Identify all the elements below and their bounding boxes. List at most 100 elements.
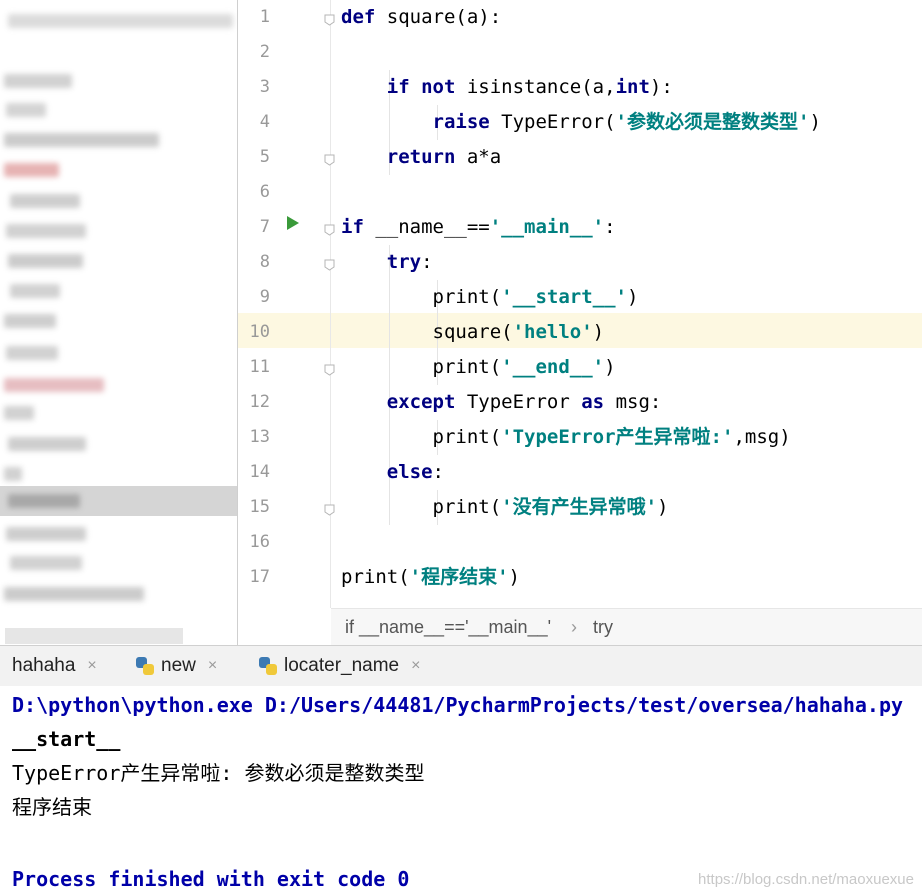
console-command: D:\python\python.exe D:/Users/44481/Pych… xyxy=(12,693,904,717)
sidebar-item[interactable] xyxy=(6,103,46,117)
line-number: 16 xyxy=(249,532,270,552)
code-line[interactable]: return a*a xyxy=(341,140,501,175)
code-line[interactable]: print('__start__') xyxy=(341,280,639,315)
sidebar-item[interactable] xyxy=(4,163,59,177)
code-line[interactable]: print('__end__') xyxy=(341,350,616,385)
sidebar-scrollbar[interactable] xyxy=(5,628,183,644)
breadcrumb-item-if-main[interactable]: if __name__=='__main__' xyxy=(345,617,551,638)
code-token: square(a): xyxy=(386,6,502,28)
sidebar-item[interactable] xyxy=(4,406,34,420)
code-token: '参数必须是整数类型' xyxy=(615,111,810,133)
sidebar-item[interactable] xyxy=(4,587,144,601)
line-number: 14 xyxy=(249,462,270,482)
code-line[interactable]: try: xyxy=(341,245,433,280)
sidebar-item[interactable] xyxy=(4,378,104,392)
code-token: msg: xyxy=(615,391,662,413)
sidebar-item[interactable] xyxy=(6,224,86,238)
tab-label: hahaha xyxy=(12,655,76,676)
code-token: print( xyxy=(341,426,502,448)
code-token: if not xyxy=(341,76,467,98)
code-line[interactable]: except TypeError as msg: xyxy=(341,385,662,420)
code-token: 'hello' xyxy=(512,321,593,343)
tab-hahaha[interactable]: hahaha × xyxy=(12,646,97,686)
code-token: TypeError( xyxy=(501,111,616,133)
line-number: 7 xyxy=(259,217,270,237)
line-number: 5 xyxy=(259,147,270,167)
code-line[interactable]: if not isinstance(a,int): xyxy=(341,70,673,105)
code-token: as xyxy=(581,391,616,413)
code-token: raise xyxy=(341,111,502,133)
code-token: '没有产生异常哦' xyxy=(501,496,658,518)
code-line[interactable]: def square(a): xyxy=(341,0,501,35)
line-number: 10 xyxy=(249,322,270,342)
code-token: ) xyxy=(627,286,639,308)
line-number: 1 xyxy=(259,7,270,27)
breadcrumb: if __name__=='__main__' › try xyxy=(331,608,922,646)
code-token: : xyxy=(604,216,616,238)
code-token: try xyxy=(341,251,422,273)
run-console[interactable]: D:\python\python.exe D:/Users/44481/Pych… xyxy=(0,686,922,894)
code-line[interactable]: print('TypeError产生异常啦:',msg) xyxy=(341,420,791,455)
code-token: a*a xyxy=(466,146,502,168)
line-number: 11 xyxy=(249,357,270,377)
project-sidebar[interactable] xyxy=(0,0,237,645)
code-token: ,msg) xyxy=(733,426,791,448)
code-line[interactable]: square('hello') xyxy=(341,315,605,350)
code-token: ) xyxy=(657,496,669,518)
sidebar-item[interactable] xyxy=(4,133,159,147)
close-icon[interactable]: × xyxy=(87,657,96,675)
code-token: : xyxy=(432,461,444,483)
console-output-end: 程序结束 xyxy=(12,795,92,819)
code-token: '__end__' xyxy=(501,356,605,378)
sidebar-item[interactable] xyxy=(8,437,86,451)
code-token: except xyxy=(341,391,467,413)
line-number: 9 xyxy=(259,287,270,307)
tab-new[interactable]: new × xyxy=(135,646,217,686)
sidebar-item[interactable] xyxy=(10,556,82,570)
code-line[interactable]: if __name__=='__main__': xyxy=(341,210,616,245)
watermark: https://blog.csdn.net/maoxuexue xyxy=(698,871,914,888)
code-line[interactable]: raise TypeError('参数必须是整数类型') xyxy=(341,105,821,140)
tab-label: locater_name xyxy=(284,655,400,676)
code-token: square( xyxy=(341,321,513,343)
sidebar-item[interactable] xyxy=(4,467,22,481)
code-token: '__start__' xyxy=(501,286,627,308)
code-token: ) xyxy=(604,356,616,378)
sidebar-item[interactable] xyxy=(8,494,80,508)
code-token: __name__== xyxy=(375,216,490,238)
sidebar-item[interactable] xyxy=(4,74,72,88)
code-token: print( xyxy=(341,496,502,518)
sidebar-item[interactable] xyxy=(8,254,83,268)
sidebar-item[interactable] xyxy=(4,314,56,328)
sidebar-item[interactable] xyxy=(8,14,233,28)
code-line[interactable]: print('程序结束') xyxy=(341,560,520,595)
tab-locater-name[interactable]: locater_name × xyxy=(258,646,420,686)
code-token: ) xyxy=(809,111,821,133)
sidebar-item[interactable] xyxy=(10,194,80,208)
code-token: print( xyxy=(341,286,502,308)
line-number: 18 xyxy=(249,602,270,622)
code-token: return xyxy=(341,146,467,168)
code-token: else xyxy=(341,461,433,483)
line-number: 3 xyxy=(259,77,270,97)
breadcrumb-separator: › xyxy=(571,617,577,637)
code-token: : xyxy=(421,251,433,273)
code-editor[interactable]: def square(a): if not isinstance(a,int):… xyxy=(331,0,922,608)
close-icon[interactable]: × xyxy=(208,657,217,675)
code-token: '程序结束' xyxy=(409,566,509,588)
breadcrumb-item-try[interactable]: try xyxy=(593,617,613,638)
sidebar-item[interactable] xyxy=(10,284,60,298)
code-token: isinstance(a, xyxy=(466,76,616,98)
sidebar-item[interactable] xyxy=(6,346,58,360)
code-line[interactable]: else: xyxy=(341,455,444,490)
line-number: 6 xyxy=(259,182,270,202)
run-icon[interactable] xyxy=(287,216,299,230)
sidebar-item[interactable] xyxy=(6,527,86,541)
code-token: TypeError xyxy=(466,391,582,413)
code-token: '__main__' xyxy=(489,216,605,238)
close-icon[interactable]: × xyxy=(411,657,420,675)
code-line[interactable]: print('没有产生异常哦') xyxy=(341,490,669,525)
tab-label: new xyxy=(161,655,196,676)
code-token: 'TypeError产生异常啦:' xyxy=(501,426,734,448)
line-number: 13 xyxy=(249,427,270,447)
